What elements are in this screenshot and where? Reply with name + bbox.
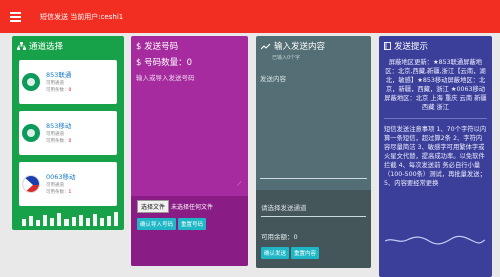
macau-flag-icon xyxy=(22,73,40,91)
bar xyxy=(92,214,97,226)
content-card-header: 输入发送内容 xyxy=(256,36,371,56)
number-footer: 选择文件 未选择任何文件 确认导入号码 重置号码 xyxy=(131,196,248,266)
channel-status: 可用通道 xyxy=(46,131,64,137)
tips-card-header: 发送提示 xyxy=(379,36,492,56)
channel-balance-label: 可用条数： xyxy=(46,189,69,195)
content-card-title: 输入发送内容 xyxy=(274,42,326,52)
menu-icon[interactable] xyxy=(0,0,30,33)
channel-balance: 0 xyxy=(68,138,72,144)
channel-name: 0063移动 xyxy=(46,172,76,181)
channel-status: 可用通道 xyxy=(46,80,64,86)
send-number-card: $ 发送号码 $ 号码数量：0 输入或导入发送号码 ⟋ 选择文件 未选择任何文件… xyxy=(131,36,248,266)
channel-card-header: 通道选择 xyxy=(12,36,124,56)
channel-item-0063-mobile[interactable]: 0063移动 可用通道 可用条数：1 xyxy=(19,162,117,206)
channel-card-title: 通道选择 xyxy=(29,42,64,52)
channel-name: 853联通 xyxy=(46,70,72,79)
resize-handle-icon[interactable]: ⟋ xyxy=(237,181,241,189)
bar xyxy=(85,218,90,226)
top-bar: 短信发送 当前用户:ceshi1 xyxy=(0,0,500,33)
bar xyxy=(36,220,41,226)
channel-balance-label: 可用条数： xyxy=(46,87,69,93)
choose-file-button[interactable]: 选择文件 xyxy=(137,200,170,213)
channel-balance: 0 xyxy=(68,87,72,93)
reset-numbers-button[interactable]: 重置号码 xyxy=(178,218,207,230)
tips-divider xyxy=(384,118,487,119)
tips-card-title: 发送提示 xyxy=(394,42,429,52)
number-count: $ 号码数量：0 xyxy=(136,58,193,68)
bar xyxy=(43,215,48,226)
channel-status: 可用通道 xyxy=(46,182,64,188)
content-textarea[interactable]: 发送内容 xyxy=(256,61,371,95)
bar xyxy=(99,218,104,226)
number-card-title: $ 发送号码 xyxy=(136,42,179,52)
tips-notes: 短信发送注意事项 1、70个字符以内算一条短信，超过算2条 2、字符内容尽量简洁… xyxy=(384,126,487,187)
bar xyxy=(64,219,69,226)
philippines-flag-icon xyxy=(22,175,40,193)
sitemap-icon xyxy=(17,42,26,50)
send-button[interactable]: 确认发送 xyxy=(261,247,290,259)
decorative-wave xyxy=(385,235,485,245)
channel-item-853-mobile[interactable]: 853移动 可用通道 可用条数：0 xyxy=(19,111,117,155)
decorative-bar-graph xyxy=(22,212,119,226)
bar xyxy=(71,217,76,226)
channel-select-field[interactable]: 请选择发送通道 xyxy=(261,202,366,212)
page-title: 短信发送 当前用户:ceshi1 xyxy=(40,12,124,21)
bar xyxy=(106,216,112,226)
bar xyxy=(29,216,34,226)
reset-content-button[interactable]: 重置内容 xyxy=(291,247,320,259)
bar xyxy=(22,219,27,226)
import-numbers-button[interactable]: 确认导入号码 xyxy=(137,218,177,230)
bar xyxy=(114,212,119,226)
channel-balance-label: 可用条数： xyxy=(46,138,69,144)
content-footer: 请选择发送通道 可用余额：0 确认发送 重置内容 xyxy=(256,190,371,268)
channel-item-853-unicom[interactable]: 853联通 可用通道 可用条数：0 xyxy=(19,60,117,104)
channel-select-card: 通道选择 853联通 可用通道 可用条数：0 853移动 可用通道 可用条数：0… xyxy=(12,36,124,230)
bar xyxy=(78,215,83,226)
char-count: 已输入0个字 xyxy=(272,55,301,61)
number-textarea[interactable]: 输入或导入发送号码 xyxy=(131,68,248,86)
channel-balance: 1 xyxy=(68,189,72,195)
send-content-card: 输入发送内容 已输入0个字 发送内容 请选择发送通道 可用余额：0 确认发送 重… xyxy=(256,36,371,268)
file-status: 未选择任何文件 xyxy=(171,204,214,211)
bar xyxy=(50,218,55,226)
remaining-balance: 可用余额：0 xyxy=(261,233,298,241)
book-icon xyxy=(384,42,391,50)
send-tips-card: 发送提示 屏蔽地区更新：★853联通屏蔽地区：北京,西藏,新疆,浙江【云南，湖北… xyxy=(379,36,492,277)
tips-blocked-regions: 屏蔽地区更新：★853联通屏蔽地区：北京,西藏,新疆,浙江【云南，湖北，敏感】★… xyxy=(384,59,487,111)
bar xyxy=(57,213,62,226)
select-underline xyxy=(261,216,366,217)
line-chart-icon xyxy=(261,43,271,49)
channel-name: 853移动 xyxy=(46,121,72,130)
content-underline xyxy=(260,178,367,179)
macau-flag-icon xyxy=(22,124,40,142)
